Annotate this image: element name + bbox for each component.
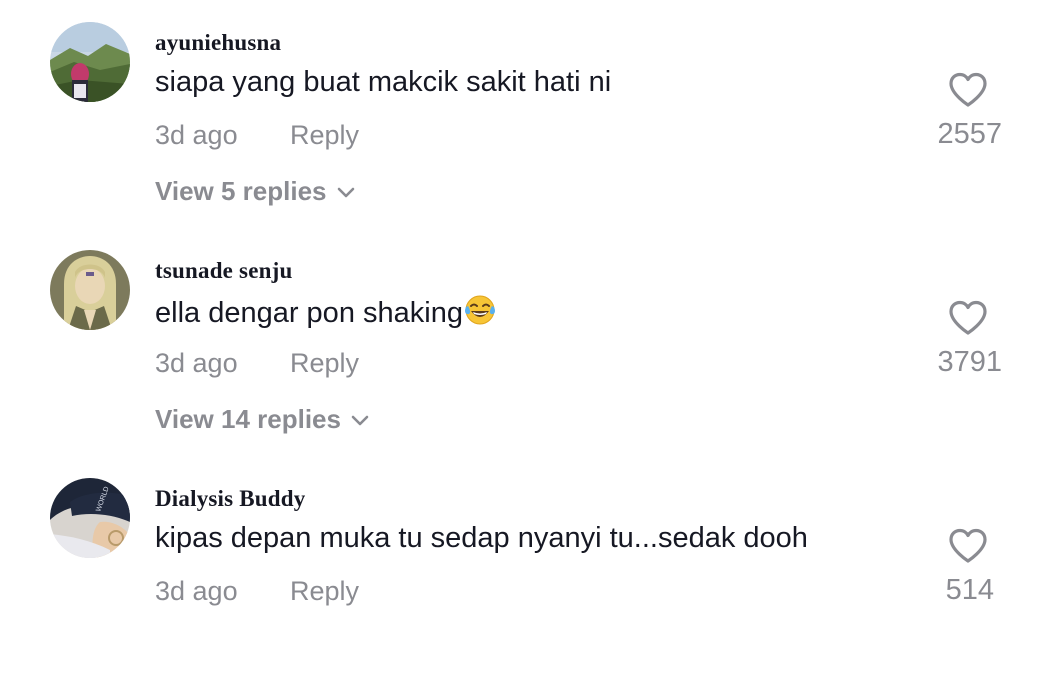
profile-photo-icon: WORLD — [50, 478, 130, 558]
like-count: 3791 — [937, 346, 1002, 378]
comment-timestamp: 3d ago — [155, 576, 238, 606]
comment-item: WORLD Dialysis Buddy kipas depan muka tu… — [0, 456, 1040, 676]
heart-icon[interactable] — [948, 300, 988, 336]
username[interactable]: tsunade senju — [155, 258, 292, 284]
comment-item: ayuniehusna siapa yang buat makcik sakit… — [0, 0, 1040, 220]
comment-text: kipas depan muka tu sedap nyanyi tu...se… — [155, 522, 808, 554]
view-replies-label: View 14 replies — [155, 404, 341, 434]
chevron-down-icon — [351, 415, 369, 426]
username[interactable]: Dialysis Buddy — [155, 486, 305, 512]
view-replies-button[interactable]: View 14 replies — [155, 404, 369, 435]
comment-text: siapa yang buat makcik sakit hati ni — [155, 66, 612, 98]
username[interactable]: ayuniehusna — [155, 30, 281, 56]
comment-text-row: ella dengar pon shaking — [155, 294, 496, 330]
comment-timestamp: 3d ago — [155, 348, 238, 378]
comment-timestamp: 3d ago — [155, 120, 238, 150]
view-replies-label: View 5 replies — [155, 176, 327, 206]
reply-button[interactable]: Reply — [290, 120, 359, 151]
heart-icon[interactable] — [948, 528, 988, 564]
comment-text: ella dengar pon shaking — [155, 297, 463, 329]
heart-icon[interactable] — [948, 72, 988, 108]
avatar[interactable] — [50, 22, 130, 102]
profile-photo-icon — [50, 22, 130, 102]
view-replies-button[interactable]: View 5 replies — [155, 176, 355, 207]
avatar[interactable]: WORLD — [50, 478, 130, 558]
avatar[interactable] — [50, 250, 130, 330]
chevron-down-icon — [337, 187, 354, 198]
face-with-tears-of-joy-icon — [464, 295, 495, 325]
profile-photo-icon — [50, 250, 130, 330]
like-count: 514 — [945, 574, 994, 606]
reply-button[interactable]: Reply — [290, 348, 359, 379]
reply-button[interactable]: Reply — [290, 576, 359, 607]
like-count: 2557 — [937, 118, 1002, 150]
comment-item: tsunade senju ella dengar pon shaking 3d… — [0, 228, 1040, 448]
